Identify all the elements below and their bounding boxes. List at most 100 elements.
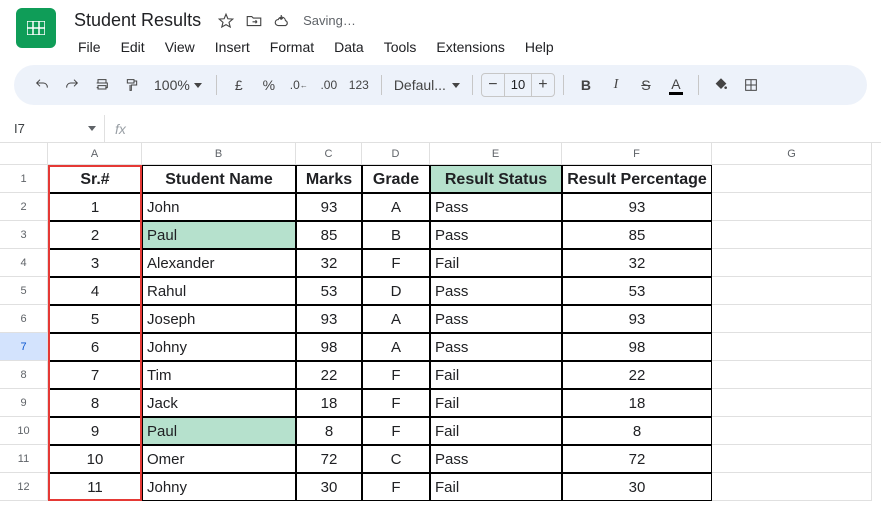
header-cell-b[interactable]: Student Name (142, 165, 296, 193)
cell-a9[interactable]: 8 (48, 389, 142, 417)
row-header-3[interactable]: 3 (0, 221, 48, 249)
col-header-B[interactable]: B (142, 143, 296, 165)
header-cell-d[interactable]: Grade (362, 165, 430, 193)
cell-b6[interactable]: Joseph (142, 305, 296, 333)
cell-f4[interactable]: 32 (562, 249, 712, 277)
row-header-2[interactable]: 2 (0, 193, 48, 221)
cell-e3[interactable]: Pass (430, 221, 562, 249)
zoom-select[interactable]: 100% (148, 77, 208, 93)
redo-button[interactable] (58, 71, 86, 99)
cell-g5[interactable] (712, 277, 872, 305)
cell-f12[interactable]: 30 (562, 473, 712, 501)
col-header-A[interactable]: A (48, 143, 142, 165)
cell-g9[interactable] (712, 389, 872, 417)
print-button[interactable] (88, 71, 116, 99)
cell-b3[interactable]: Paul (142, 221, 296, 249)
font-size-value[interactable]: 10 (504, 74, 532, 96)
cell-c4[interactable]: 32 (296, 249, 362, 277)
row-header-4[interactable]: 4 (0, 249, 48, 277)
cell-d11[interactable]: C (362, 445, 430, 473)
cell-f8[interactable]: 22 (562, 361, 712, 389)
cell-c8[interactable]: 22 (296, 361, 362, 389)
header-cell-f[interactable]: Result Percentage (562, 165, 712, 193)
cell-a8[interactable]: 7 (48, 361, 142, 389)
header-cell-a[interactable]: Sr.# (48, 165, 142, 193)
cell-d7[interactable]: A (362, 333, 430, 361)
cell-g12[interactable] (712, 473, 872, 501)
cell-d6[interactable]: A (362, 305, 430, 333)
cell-b7[interactable]: Johny (142, 333, 296, 361)
cell-g11[interactable] (712, 445, 872, 473)
cell-b9[interactable]: Jack (142, 389, 296, 417)
formula-bar[interactable] (136, 115, 881, 142)
cell-a10[interactable]: 9 (48, 417, 142, 445)
row-header-12[interactable]: 12 (0, 473, 48, 501)
italic-button[interactable]: I (602, 71, 630, 99)
borders-button[interactable] (737, 71, 765, 99)
cell-f5[interactable]: 53 (562, 277, 712, 305)
col-header-E[interactable]: E (430, 143, 562, 165)
cell-f3[interactable]: 85 (562, 221, 712, 249)
cell-b11[interactable]: Omer (142, 445, 296, 473)
cell-e10[interactable]: Fail (430, 417, 562, 445)
cell-a12[interactable]: 11 (48, 473, 142, 501)
cell-d12[interactable]: F (362, 473, 430, 501)
cell-a7[interactable]: 6 (48, 333, 142, 361)
header-cell-c[interactable]: Marks (296, 165, 362, 193)
cell-c6[interactable]: 93 (296, 305, 362, 333)
cell-f6[interactable]: 93 (562, 305, 712, 333)
cell-g6[interactable] (712, 305, 872, 333)
cell-c5[interactable]: 53 (296, 277, 362, 305)
cloud-status-icon[interactable] (273, 12, 291, 30)
increase-font-button[interactable]: + (532, 76, 554, 94)
cell-a4[interactable]: 3 (48, 249, 142, 277)
cell-g2[interactable] (712, 193, 872, 221)
undo-button[interactable] (28, 71, 56, 99)
menu-tools[interactable]: Tools (376, 35, 425, 59)
cell-e11[interactable]: Pass (430, 445, 562, 473)
cell-a11[interactable]: 10 (48, 445, 142, 473)
cell-c3[interactable]: 85 (296, 221, 362, 249)
cell-b5[interactable]: Rahul (142, 277, 296, 305)
cell-d8[interactable]: F (362, 361, 430, 389)
decrease-decimal-button[interactable]: .0← (285, 71, 313, 99)
decrease-font-button[interactable]: − (482, 76, 504, 94)
cell-f7[interactable]: 98 (562, 333, 712, 361)
cell-g3[interactable] (712, 221, 872, 249)
font-family-select[interactable]: Defaul... (390, 77, 464, 93)
cell-g10[interactable] (712, 417, 872, 445)
cell-c7[interactable]: 98 (296, 333, 362, 361)
cell-g7[interactable] (712, 333, 872, 361)
cell-d5[interactable]: D (362, 277, 430, 305)
increase-decimal-button[interactable]: .00 (315, 71, 343, 99)
col-header-F[interactable]: F (562, 143, 712, 165)
spreadsheet-grid[interactable]: ABCDEFG 1Sr.#Student NameMarksGradeResul… (0, 143, 881, 501)
row-header-11[interactable]: 11 (0, 445, 48, 473)
row-header-6[interactable]: 6 (0, 305, 48, 333)
menu-view[interactable]: View (157, 35, 203, 59)
row-header-8[interactable]: 8 (0, 361, 48, 389)
menu-data[interactable]: Data (326, 35, 372, 59)
cell-b4[interactable]: Alexander (142, 249, 296, 277)
cell-b10[interactable]: Paul (142, 417, 296, 445)
cell-d4[interactable]: F (362, 249, 430, 277)
cell-d2[interactable]: A (362, 193, 430, 221)
col-header-C[interactable]: C (296, 143, 362, 165)
row-header-9[interactable]: 9 (0, 389, 48, 417)
cell-f10[interactable]: 8 (562, 417, 712, 445)
cell-b12[interactable]: Johny (142, 473, 296, 501)
cell-e7[interactable]: Pass (430, 333, 562, 361)
menu-help[interactable]: Help (517, 35, 562, 59)
cell-c2[interactable]: 93 (296, 193, 362, 221)
row-header-10[interactable]: 10 (0, 417, 48, 445)
menu-format[interactable]: Format (262, 35, 322, 59)
cell-a3[interactable]: 2 (48, 221, 142, 249)
currency-button[interactable]: £ (225, 71, 253, 99)
cell-c10[interactable]: 8 (296, 417, 362, 445)
strikethrough-button[interactable]: S (632, 71, 660, 99)
cell-e12[interactable]: Fail (430, 473, 562, 501)
menu-insert[interactable]: Insert (207, 35, 258, 59)
select-all-corner[interactable] (0, 143, 48, 165)
menu-edit[interactable]: Edit (113, 35, 153, 59)
header-cell-e[interactable]: Result Status (430, 165, 562, 193)
